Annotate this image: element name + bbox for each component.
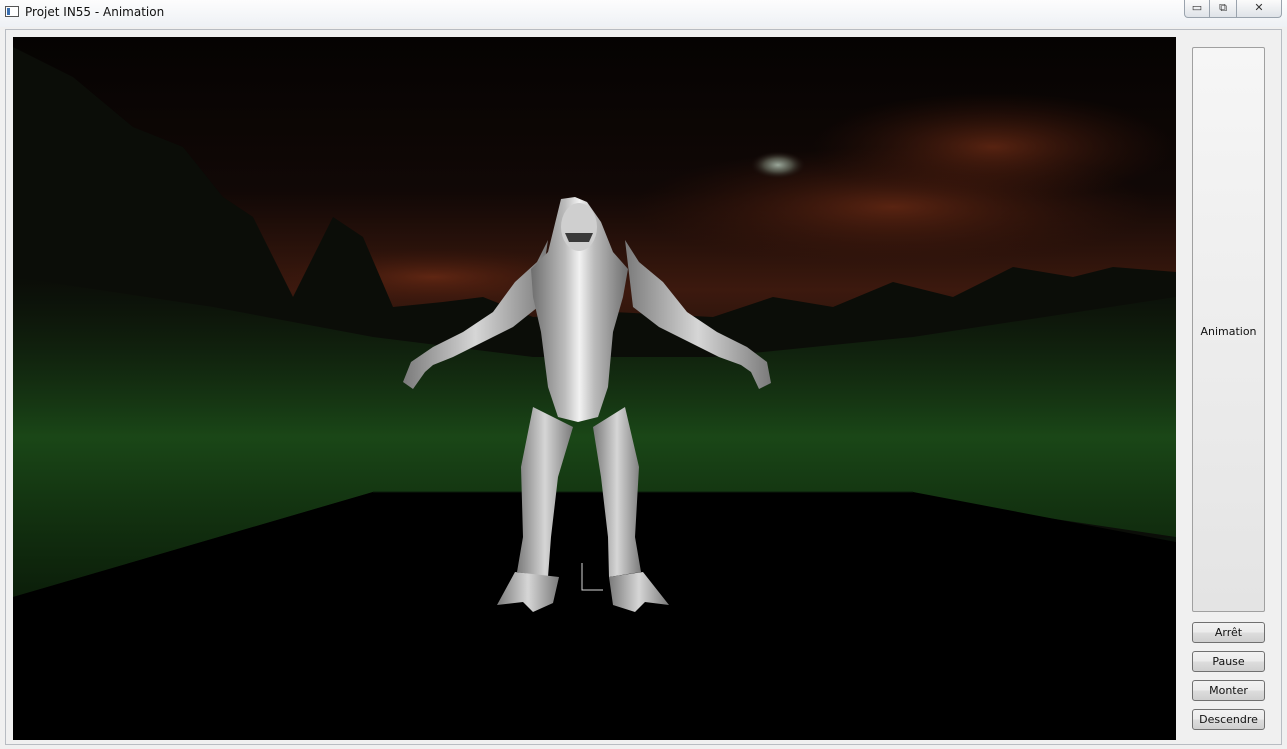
minimize-icon: ▭ xyxy=(1191,1,1203,14)
close-icon: ✕ xyxy=(1254,1,1264,14)
app-window-icon xyxy=(5,6,19,17)
move-down-button[interactable]: Descendre xyxy=(1192,709,1265,730)
animation-panel[interactable]: Animation xyxy=(1192,47,1265,612)
animation-panel-label: Animation xyxy=(1200,325,1257,338)
move-up-button[interactable]: Monter xyxy=(1192,680,1265,701)
title-bar: Projet IN55 - Animation ▭ ⧉ ✕ xyxy=(0,0,1287,27)
restore-icon: ⧉ xyxy=(1219,1,1227,14)
pause-button[interactable]: Pause xyxy=(1192,651,1265,672)
close-button[interactable]: ✕ xyxy=(1236,0,1282,18)
maximize-button[interactable]: ⧉ xyxy=(1209,0,1237,18)
scene-render xyxy=(13,37,1176,740)
window-title: Projet IN55 - Animation xyxy=(25,5,165,19)
minimize-button[interactable]: ▭ xyxy=(1184,0,1210,18)
opengl-viewport[interactable] xyxy=(13,37,1176,740)
stop-button[interactable]: Arrêt xyxy=(1192,622,1265,643)
